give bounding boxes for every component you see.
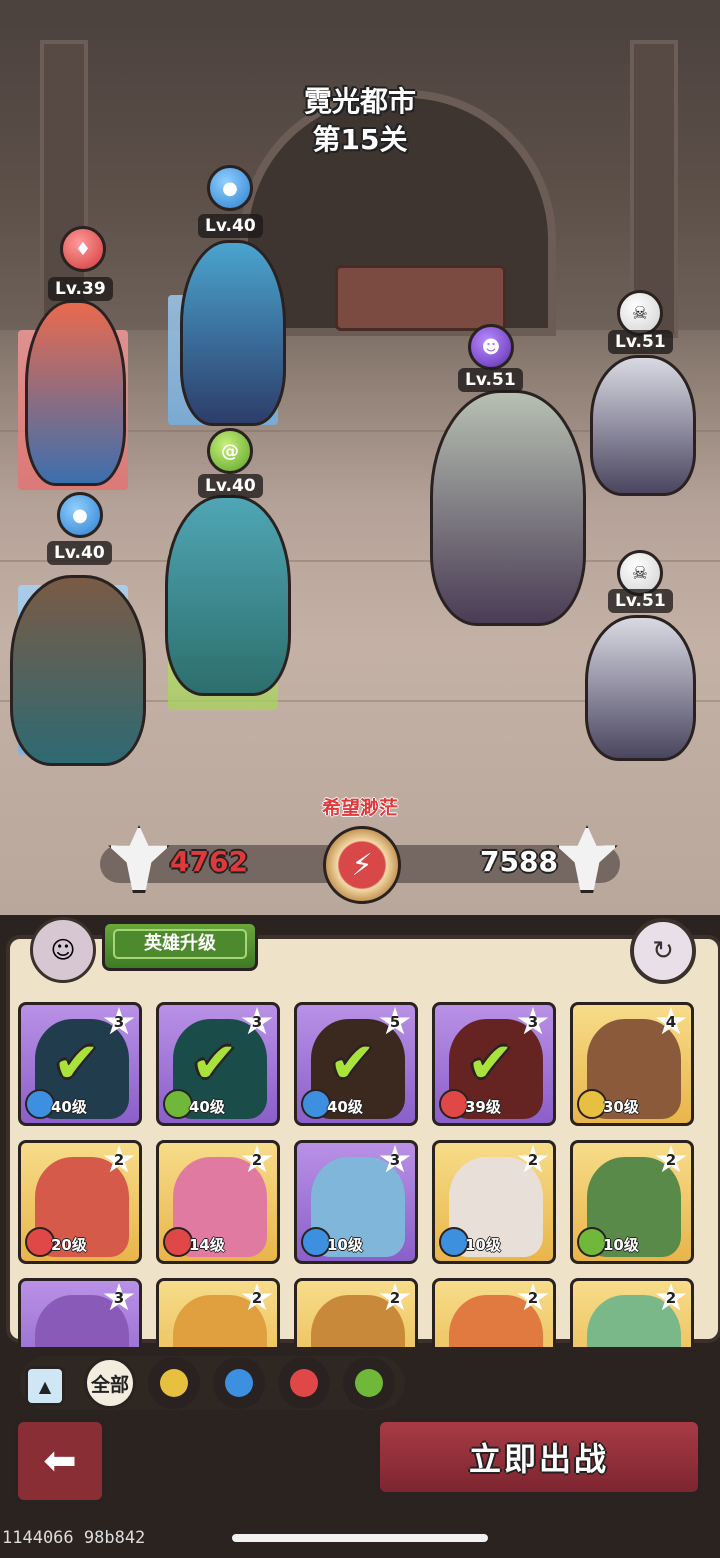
hero-level: 40级 xyxy=(327,1098,363,1116)
selected-check-icon: ✔ xyxy=(53,1031,100,1096)
ally-power: 4762 xyxy=(170,845,248,878)
hero-card[interactable]: 3 10级 xyxy=(294,1140,418,1264)
filter-water[interactable] xyxy=(213,1357,265,1409)
hero-level: 10级 xyxy=(465,1236,501,1254)
water-element-icon xyxy=(225,1369,253,1397)
filter-earth[interactable] xyxy=(148,1357,200,1409)
hero-card[interactable]: 2 10级 xyxy=(432,1140,556,1264)
home-indicator[interactable] xyxy=(232,1534,488,1542)
hero-level: 14级 xyxy=(189,1236,225,1254)
hero-card[interactable]: 3 xyxy=(18,1278,142,1347)
enemy-character xyxy=(590,355,696,496)
battle-scene: 霓光都市 第15关 ♦ Lv.39 ● Lv.40 @ Lv.40 ● Lv.4… xyxy=(0,0,720,915)
fire-element-icon: ♦ xyxy=(60,226,106,272)
selected-check-icon: ✔ xyxy=(329,1031,376,1096)
selected-check-icon: ✔ xyxy=(467,1031,514,1096)
formation-button[interactable]: ☺ xyxy=(30,917,96,983)
enemy-character xyxy=(430,390,586,626)
filter-all[interactable]: 全部 xyxy=(84,1357,136,1409)
hero-grid: 3 ✔ 40级 3 ✔ 40级 5 ✔ 40级 3 ✔ 39级 4 30级 2 20级 2 14级 3 10级 2 10级… xyxy=(18,1002,708,1347)
refresh-icon[interactable]: ↻ xyxy=(630,918,696,984)
hero-level: 40级 xyxy=(51,1098,87,1116)
ally-level: Lv.39 xyxy=(48,277,113,301)
ally-character xyxy=(25,300,126,486)
hero-upgrade-tab[interactable]: 英雄升级 xyxy=(102,921,258,971)
background-bench xyxy=(335,265,506,331)
filter-fire[interactable] xyxy=(278,1357,330,1409)
filter-all-label: 全部 xyxy=(90,1373,129,1396)
fire-element-icon xyxy=(290,1369,318,1397)
wind-element-icon: @ xyxy=(207,428,253,474)
synergy-status: 希望渺茫 xyxy=(321,797,398,819)
demon-icon: ☻ xyxy=(468,324,514,370)
hero-card[interactable]: 2 14级 xyxy=(156,1140,280,1264)
hero-card[interactable]: 2 xyxy=(570,1278,694,1347)
hero-card[interactable]: 5 ✔ 40级 xyxy=(294,1002,418,1126)
hero-level: 10级 xyxy=(603,1236,639,1254)
hero-card[interactable]: 3 ✔ 40级 xyxy=(18,1002,142,1126)
stage-level: 第15关 xyxy=(312,123,408,156)
enemy-level: Lv.51 xyxy=(608,330,673,354)
back-button[interactable]: ⬅ xyxy=(14,1418,106,1504)
water-element-icon: ● xyxy=(207,165,253,211)
collapse-icon[interactable]: ▲ xyxy=(25,1366,65,1406)
hero-card[interactable]: 2 xyxy=(156,1278,280,1347)
hero-upgrade-label: 英雄升级 xyxy=(113,929,247,959)
versus-emblem-icon: ⚡ xyxy=(323,826,401,904)
hero-level: 10级 xyxy=(327,1236,363,1254)
hero-card[interactable]: 2 xyxy=(432,1278,556,1347)
hero-card[interactable]: 3 ✔ 39级 xyxy=(432,1002,556,1126)
hero-level: 30级 xyxy=(603,1098,639,1116)
stage-city: 霓光都市 xyxy=(303,85,416,118)
hero-level: 39级 xyxy=(465,1098,501,1116)
hero-level: 40级 xyxy=(189,1098,225,1116)
ally-level: Lv.40 xyxy=(198,214,263,238)
hero-card[interactable]: 2 10级 xyxy=(570,1140,694,1264)
earth-element-icon xyxy=(160,1369,188,1397)
enemy-level: Lv.51 xyxy=(458,368,523,392)
ally-character xyxy=(165,495,291,696)
hero-card[interactable]: 4 30级 xyxy=(570,1002,694,1126)
enemy-power: 7588 xyxy=(480,845,558,878)
start-battle-button[interactable]: 立即出战 xyxy=(376,1418,702,1496)
filter-wind[interactable] xyxy=(343,1357,395,1409)
debug-id: 1144066 98b842 xyxy=(2,1528,146,1548)
ally-level: Lv.40 xyxy=(198,474,263,498)
hero-card[interactable]: 2 20级 xyxy=(18,1140,142,1264)
selected-check-icon: ✔ xyxy=(191,1031,238,1096)
hero-card[interactable]: 3 ✔ 40级 xyxy=(156,1002,280,1126)
water-element-icon: ● xyxy=(57,492,103,538)
enemy-character xyxy=(585,615,696,761)
hero-card[interactable]: 2 xyxy=(294,1278,418,1347)
enemy-level: Lv.51 xyxy=(608,589,673,613)
ally-character xyxy=(180,240,286,426)
ally-character xyxy=(10,575,146,766)
wind-element-icon xyxy=(355,1369,383,1397)
back-arrow-icon: ⬅ xyxy=(43,1438,77,1484)
ally-level: Lv.40 xyxy=(47,541,112,565)
hero-level: 20级 xyxy=(51,1236,87,1254)
